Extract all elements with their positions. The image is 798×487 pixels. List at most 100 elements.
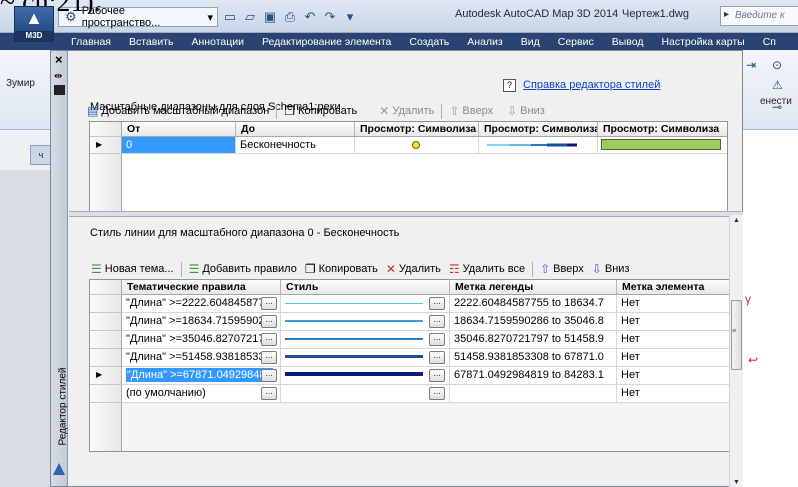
edit-style-button[interactable]: … [429,315,445,328]
row-selector[interactable] [90,313,122,331]
rule-cell[interactable]: "Длина" >=35046.827072179 … [122,331,281,349]
row-selector[interactable] [90,385,122,403]
feature-label-cell[interactable]: Нет [617,313,730,331]
ribbon-tool-icon[interactable]: ⊙ [772,58,782,72]
edit-style-button[interactable]: … [429,369,445,382]
delete-range-button[interactable]: ✕ Удалить [375,105,438,117]
row-selector[interactable] [90,331,122,349]
column-header-to[interactable]: До [236,122,355,137]
row-selector[interactable] [90,295,122,313]
cell-preview-area[interactable] [598,137,727,154]
legend-cell[interactable]: 18634.7159590286 to 35046.8 [450,313,617,331]
section-splitter[interactable] [69,211,743,217]
autohide-icon[interactable]: ⇹ [54,71,62,82]
delete-all-rules-button[interactable]: ☶ Удалить все [445,263,529,275]
feature-label-cell[interactable]: Нет [617,385,730,403]
cell-preview-line[interactable] [479,137,598,154]
style-cell[interactable]: … [281,349,450,367]
cell-preview-point[interactable] [355,137,479,154]
palette-scrollbar[interactable]: ▲ ≡ ▼ [729,215,743,487]
rule-cell[interactable]: (по умолчанию) … [122,385,281,403]
delete-rule-button[interactable]: ✕ Удалить [382,263,445,275]
ribbon-tab-view[interactable]: Вид [512,36,549,48]
edit-rule-button[interactable]: … [261,297,277,310]
edit-rule-button[interactable]: … [261,315,277,328]
style-cell[interactable]: … [281,385,450,403]
move-rule-down-button[interactable]: ⇩ Вниз [588,263,634,275]
legend-cell[interactable]: 51458.9381853308 to 67871.0 [450,349,617,367]
ribbon-tab-home[interactable]: Главная [62,36,120,48]
close-icon[interactable]: × [55,53,63,66]
edit-style-button[interactable]: … [429,387,445,400]
column-header-from[interactable]: От [122,122,236,137]
legend-cell[interactable]: 67871.0492984819 to 84283.1 [450,367,617,385]
ribbon-tab-insert[interactable]: Вставить [120,36,183,48]
properties-icon[interactable] [54,85,65,95]
edit-style-button[interactable]: … [429,333,445,346]
customize-qat-icon[interactable]: ▾ [342,9,358,25]
scroll-down-icon[interactable]: ▼ [733,479,740,486]
scroll-up-icon[interactable]: ▲ [733,217,740,224]
new-theme-button[interactable]: ☰ Новая тема... [87,263,178,275]
ribbon-tool-icon[interactable]: ⊸ [772,100,782,114]
scrollbar-thumb[interactable] [731,300,742,370]
legend-cell[interactable] [450,385,617,403]
style-cell[interactable]: … [281,313,450,331]
ribbon-tab-tools[interactable]: Сервис [549,36,603,48]
redo-icon[interactable]: ↷ [322,9,338,25]
move-rule-up-button[interactable]: ⇧ Вверх [536,263,588,275]
add-scale-range-button[interactable]: ▤ Добавить масштабный диапазон [83,105,273,117]
style-cell[interactable]: … [281,295,450,313]
add-rule-button[interactable]: ☰ Добавить правило [185,263,301,275]
row-selector[interactable]: ▶ [90,367,122,385]
rule-cell[interactable]: "Длина" >=2222.6048458775 … [122,295,281,313]
save-icon[interactable]: ▣ [262,9,278,25]
row-selector[interactable]: ▶ [90,137,122,154]
cell-from[interactable]: 0 [122,137,236,154]
document-tab-icon[interactable]: ч [30,145,52,165]
feature-label-cell[interactable]: Нет [617,349,730,367]
feature-label-cell[interactable]: Нет [617,331,730,349]
rule-cell[interactable]: "Длина" >=67871.049298481 … [122,367,281,385]
column-header-style[interactable]: Стиль [281,280,450,295]
application-menu-button[interactable]: ▲ M3D [14,6,54,42]
rule-cell[interactable]: "Длина" >=51458.938185330 … [122,349,281,367]
edit-rule-button[interactable]: … [261,387,277,400]
feature-label-cell[interactable]: Нет [617,295,730,313]
ribbon-tab-analyze[interactable]: Анализ [458,36,511,48]
legend-cell[interactable]: 2222.60484587755 to 18634.7 [450,295,617,313]
open-file-icon[interactable]: ▱ [242,9,258,25]
row-selector[interactable] [90,349,122,367]
search-input[interactable]: Введите к [720,6,798,26]
copy-rule-button[interactable]: ❐ Копировать [301,263,382,275]
help-link[interactable]: Справка редактора стилей [523,79,660,91]
copy-range-button[interactable]: ❐ Копировать [280,105,361,117]
help-icon[interactable]: ? [503,79,516,92]
ribbon-zoom-label[interactable]: Зумир [6,78,35,89]
edit-rule-button[interactable]: … [261,333,277,346]
undo-icon[interactable]: ↶ [302,9,318,25]
column-header-rules[interactable]: Тематические правила [122,280,281,295]
rule-cell[interactable]: "Длина" >=18634.715959028 … [122,313,281,331]
column-header-feature-label[interactable]: Метка элемента [617,280,730,295]
move-range-up-button[interactable]: ⇧ Вверх [445,105,497,117]
ribbon-tab-output[interactable]: Вывод [603,36,653,48]
new-file-icon[interactable]: ▭ [222,9,238,25]
ribbon-tab-feature-edit[interactable]: Редактирование элемента [253,36,400,48]
style-cell[interactable]: … [281,367,450,385]
ribbon-tab-map-setup[interactable]: Настройка карты [652,36,753,48]
edit-style-button[interactable]: … [429,297,445,310]
ribbon-tab-more[interactable]: Сп [754,36,785,48]
edit-rule-button[interactable]: … [261,351,277,364]
legend-cell[interactable]: 35046.8270721797 to 51458.9 [450,331,617,349]
print-icon[interactable]: ⎙ [282,9,298,25]
ribbon-tab-annotate[interactable]: Аннотации [182,36,253,48]
ribbon-tool-icon[interactable]: ⚠ [772,78,783,92]
edit-rule-button[interactable]: … [261,369,277,382]
ribbon-tab-create[interactable]: Создать [400,36,458,48]
column-header-legend-label[interactable]: Метка легенды [450,280,617,295]
column-header-preview-area[interactable]: Просмотр: Символиза [598,122,727,137]
feature-label-cell[interactable]: Нет [617,367,730,385]
ribbon-tool-icon[interactable]: ⇥ [746,58,756,72]
column-header-preview-point[interactable]: Просмотр: Символиза [355,122,479,137]
